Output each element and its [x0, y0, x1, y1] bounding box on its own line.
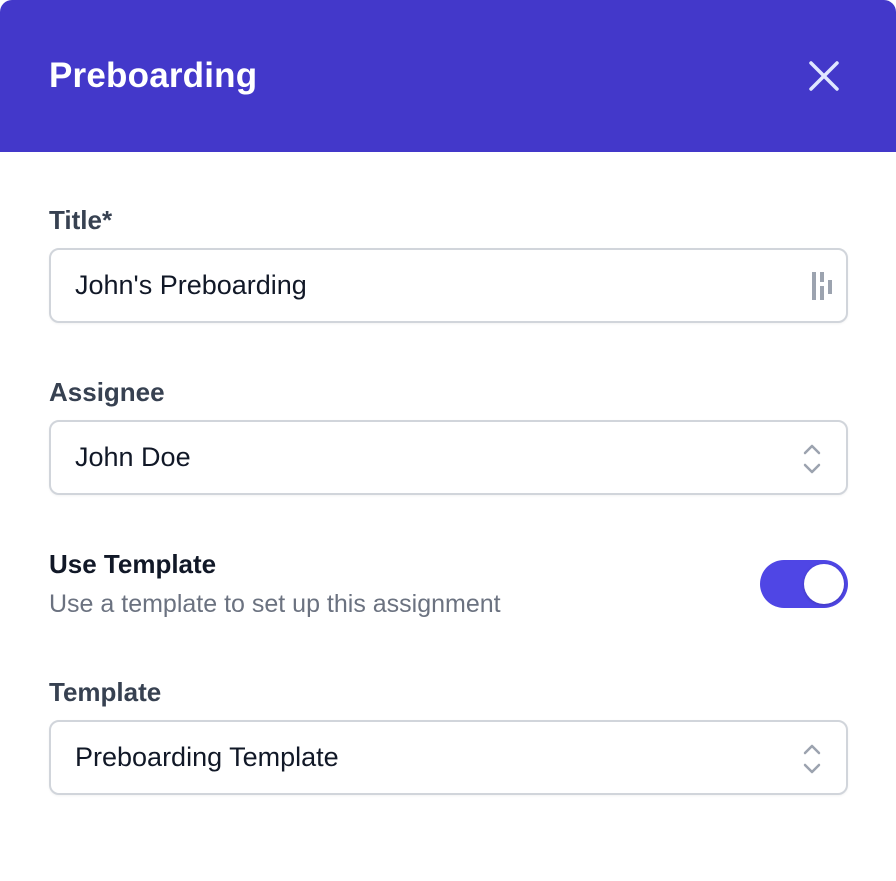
dialog-title: Preboarding	[49, 56, 258, 95]
title-input[interactable]	[75, 250, 775, 321]
close-button[interactable]	[800, 52, 848, 100]
preboarding-dialog: Preboarding Title* Assignee John Doe Use…	[0, 0, 896, 881]
use-template-toggle[interactable]	[760, 560, 848, 608]
chevron-up-down-icon	[803, 444, 821, 474]
template-select[interactable]: Preboarding Template	[49, 720, 848, 795]
use-template-label: Use Template	[49, 549, 217, 579]
close-icon	[809, 61, 839, 91]
template-selected-value: Preboarding Template	[75, 742, 339, 772]
use-template-description: Use a template to set up this assignment	[49, 590, 501, 618]
chevron-up-down-icon	[803, 744, 821, 774]
title-input-container[interactable]	[49, 248, 848, 323]
assignee-label: Assignee	[49, 377, 165, 407]
template-label: Template	[49, 677, 162, 707]
dialog-header: Preboarding	[0, 0, 896, 152]
assignee-selected-value: John Doe	[75, 442, 191, 472]
password-manager-icon[interactable]	[810, 270, 836, 302]
assignee-select[interactable]: John Doe	[49, 420, 848, 495]
title-label: Title*	[49, 205, 113, 235]
toggle-knob	[804, 564, 844, 604]
